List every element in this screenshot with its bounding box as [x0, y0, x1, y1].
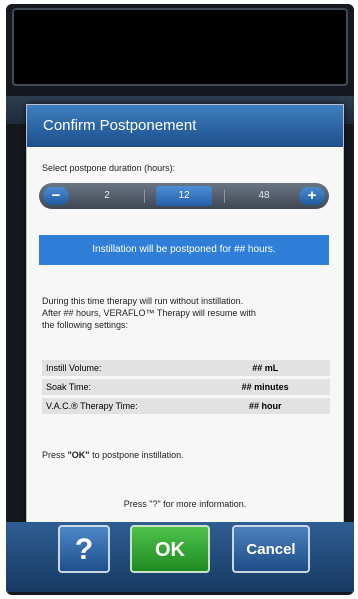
duration-option-2[interactable]: 2 — [79, 186, 135, 206]
dialog-title: Confirm Postponement — [43, 117, 197, 134]
therapy-description: During this time therapy will run withou… — [42, 295, 332, 331]
dialog-titlebar: Confirm Postponement — [27, 105, 343, 147]
duration-label: Select postpone duration (hours): — [42, 163, 176, 173]
setting-value-vac-therapy-time: ## hour — [200, 398, 330, 414]
ok-instruction-prefix: Press — [42, 450, 68, 460]
confirm-postponement-dialog: Confirm Postponement Select postpone dur… — [26, 104, 344, 584]
ok-instruction-key: "OK" — [67, 450, 90, 460]
duration-selector: − 2 12 48 + — [39, 183, 329, 209]
segment-divider — [144, 189, 145, 203]
help-button[interactable]: ? — [58, 525, 110, 573]
postpone-status-banner: Instillation will be postponed for ## ho… — [39, 235, 329, 265]
setting-label-vac-therapy-time: V.A.C.® Therapy Time: — [42, 398, 201, 414]
ok-button[interactable]: OK — [130, 525, 210, 573]
device-frame: Confirm Postponement Select postpone dur… — [6, 4, 354, 595]
table-row: Instill Volume: ## mL — [42, 360, 330, 376]
duration-option-48[interactable]: 48 — [236, 186, 292, 206]
top-display — [12, 8, 348, 86]
ok-instruction: Press "OK" to postpone instillation. — [42, 450, 184, 460]
description-line: During this time therapy will run withou… — [42, 296, 244, 306]
setting-value-instill-volume: ## mL — [200, 360, 330, 376]
setting-label-instill-volume: Instill Volume: — [42, 360, 201, 376]
segment-divider — [224, 189, 225, 203]
help-instruction: Press "?" for more information. — [123, 499, 247, 509]
table-row: Soak Time: ## minutes — [42, 379, 330, 395]
increase-duration-button[interactable]: + — [299, 187, 325, 205]
description-line: the following settings: — [42, 320, 129, 330]
table-row: V.A.C.® Therapy Time: ## hour — [42, 398, 330, 414]
description-line: After ## hours, VERAFLO™ Therapy will re… — [42, 308, 256, 318]
duration-option-12[interactable]: 12 — [156, 186, 212, 206]
setting-label-soak-time: Soak Time: — [42, 379, 201, 395]
ok-instruction-suffix: to postpone instillation. — [89, 450, 184, 460]
settings-table: Instill Volume: ## mL Soak Time: ## minu… — [42, 357, 330, 417]
cancel-button[interactable]: Cancel — [232, 525, 310, 573]
setting-value-soak-time: ## minutes — [200, 379, 330, 395]
decrease-duration-button[interactable]: − — [43, 187, 69, 205]
